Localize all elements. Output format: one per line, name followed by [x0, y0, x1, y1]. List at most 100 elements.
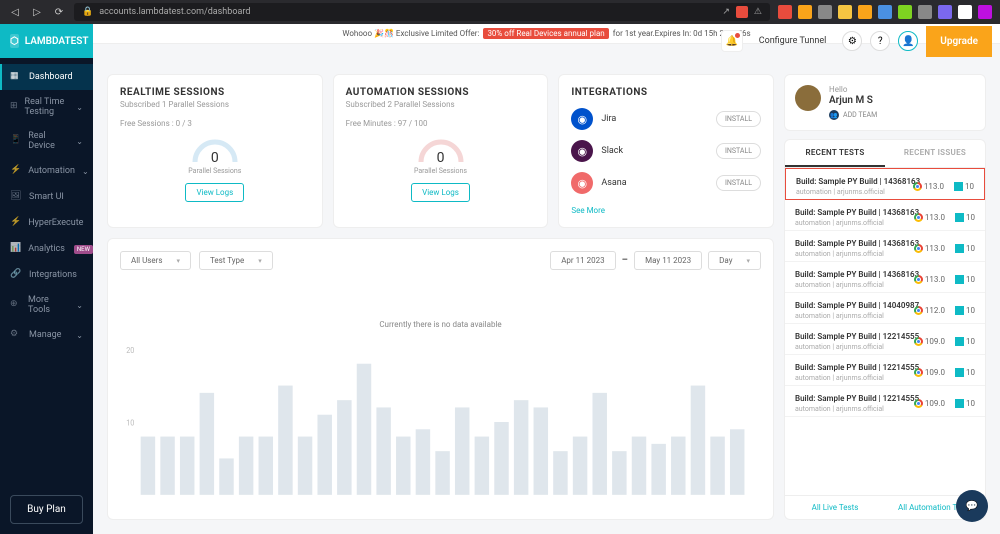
- chrome-icon: [914, 337, 923, 346]
- chat-fab[interactable]: 💬: [956, 490, 988, 522]
- nav-icon: 📱: [10, 135, 21, 147]
- extension-icon[interactable]: [958, 5, 972, 19]
- no-data-message: Currently there is no data available: [120, 320, 761, 329]
- test-item[interactable]: Build: Sample PY Build | 14040987automat…: [785, 293, 985, 324]
- sidebar-item-manage[interactable]: ⚙Manage⌄: [0, 322, 93, 348]
- extension-icon[interactable]: [818, 5, 832, 19]
- url-bar[interactable]: 🔒 accounts.lambdatest.com/dashboard ↗ ⚠: [74, 3, 770, 21]
- chat-icon: 💬: [966, 501, 978, 512]
- forward-icon[interactable]: ▷: [30, 5, 44, 19]
- extension-icon[interactable]: [798, 5, 812, 19]
- sidebar-item-more-tools[interactable]: ⊕More Tools⌄: [0, 288, 93, 322]
- card-title: AUTOMATION SESSIONS: [346, 87, 536, 98]
- sidebar-item-real-time-testing[interactable]: ⊞Real Time Testing⌄: [0, 90, 93, 124]
- extension-icon[interactable]: [978, 5, 992, 19]
- all-live-tests-link[interactable]: All Live Tests: [785, 496, 885, 519]
- free-sessions: Free Sessions : 0 / 3: [120, 119, 310, 128]
- svg-text:10: 10: [126, 418, 134, 428]
- chevron-down-icon: ⌄: [82, 167, 89, 176]
- user-card: Hello Arjun M S 👥 ADD TEAM: [784, 74, 986, 131]
- windows-version: 10: [955, 368, 975, 377]
- sidebar-item-analytics[interactable]: 📊AnalyticsNEW: [0, 236, 93, 262]
- integration-name: Asana: [601, 178, 708, 188]
- windows-icon: [955, 213, 964, 222]
- sidebar-item-hyperexecute[interactable]: ⚡HyperExecute: [0, 210, 93, 236]
- test-type-filter[interactable]: Test Type▾: [199, 251, 273, 270]
- card-sub: Subscribed 2 Parallel Sessions: [346, 100, 536, 109]
- promo-prefix: Wohooo 🎉🎊 Exclusive Limited Offer:: [342, 29, 479, 38]
- sidebar-item-dashboard[interactable]: ▦Dashboard: [0, 64, 93, 90]
- nav-icon: ⊞: [10, 101, 18, 113]
- test-item[interactable]: Build: Sample PY Build | 12214555automat…: [785, 355, 985, 386]
- free-minutes: Free Minutes : 97 / 100: [346, 119, 536, 128]
- profile-icon[interactable]: 👤: [898, 31, 918, 51]
- see-more-link[interactable]: See More: [571, 206, 761, 215]
- nav-label: Real Time Testing: [25, 97, 70, 117]
- sidebar-item-automation[interactable]: ⚡Automation⌄: [0, 158, 93, 184]
- notification-icon[interactable]: 🔔: [721, 30, 743, 52]
- windows-icon: [955, 337, 964, 346]
- sidebar-item-smart-ui[interactable]: 🖼Smart UI: [0, 184, 93, 210]
- nav-menu: ▦Dashboard ⊞ Real Time Testing ⌄ 📱 Real Devic…: [0, 58, 93, 485]
- integration-name: Jira: [601, 114, 708, 124]
- test-item[interactable]: Build: Sample PY Build | 14368163automat…: [785, 168, 985, 200]
- nav-label: Real Device: [28, 131, 69, 151]
- extension-icon[interactable]: [878, 5, 892, 19]
- promo-badge: 30% off Real Devices annual plan: [483, 28, 608, 39]
- extension-icon[interactable]: [838, 5, 852, 19]
- view-logs-button[interactable]: View Logs: [411, 183, 470, 202]
- automation-sessions-card: AUTOMATION SESSIONS Subscribed 2 Paralle…: [333, 74, 549, 228]
- view-logs-button[interactable]: View Logs: [185, 183, 244, 202]
- chrome-icon: [914, 306, 923, 315]
- windows-icon: [955, 306, 964, 315]
- buy-plan-button[interactable]: Buy Plan: [10, 495, 83, 524]
- integration-name: Slack: [601, 146, 708, 156]
- extension-icon[interactable]: [778, 5, 792, 19]
- nav-icon: 📊: [10, 243, 21, 255]
- chrome-version: 113.0: [913, 182, 944, 191]
- nav-icon: ⚡: [10, 165, 21, 177]
- configure-tunnel-button[interactable]: Configure Tunnel: [751, 31, 835, 51]
- test-item[interactable]: Build: Sample PY Build | 14368163automat…: [785, 200, 985, 231]
- sidebar-item-real-device[interactable]: 📱Real Device⌄: [0, 124, 93, 158]
- tab-recent-issues[interactable]: RECENT ISSUES: [885, 140, 985, 167]
- brand-text: LAMBDATEST: [25, 36, 89, 47]
- install-button[interactable]: INSTALL: [716, 175, 761, 191]
- extension-icon[interactable]: [858, 5, 872, 19]
- test-item[interactable]: Build: Sample PY Build | 12214555automat…: [785, 324, 985, 355]
- test-item[interactable]: Build: Sample PY Build | 14368163automat…: [785, 262, 985, 293]
- logo[interactable]: ⬡ LAMBDATEST: [0, 24, 93, 58]
- date-to-filter[interactable]: May 11 2023: [634, 251, 702, 270]
- add-team-icon: 👥: [829, 110, 839, 120]
- shield-icon[interactable]: [736, 6, 748, 18]
- test-item[interactable]: Build: Sample PY Build | 14368163automat…: [785, 231, 985, 262]
- sidebar-item-integrations[interactable]: 🔗Integrations: [0, 262, 93, 288]
- card-sub: Subscribed 1 Parallel Sessions: [120, 100, 310, 109]
- windows-icon: [955, 368, 964, 377]
- install-button[interactable]: INSTALL: [716, 143, 761, 159]
- date-from-filter[interactable]: Apr 11 2023: [550, 251, 615, 270]
- settings-icon[interactable]: ⚙: [842, 31, 862, 51]
- install-button[interactable]: INSTALL: [716, 111, 761, 127]
- share-icon[interactable]: ↗: [722, 7, 730, 17]
- add-team-button[interactable]: 👥 ADD TEAM: [829, 110, 877, 120]
- unit-filter[interactable]: Day▾: [708, 251, 761, 270]
- windows-version: 10: [955, 306, 975, 315]
- chrome-icon: [914, 368, 923, 377]
- windows-version: 10: [954, 182, 974, 191]
- users-filter[interactable]: All Users▾: [120, 251, 191, 270]
- upgrade-button[interactable]: Upgrade: [926, 26, 992, 57]
- tab-recent-tests[interactable]: RECENT TESTS: [785, 140, 885, 167]
- automation-gauge: [416, 134, 466, 164]
- avatar[interactable]: [795, 85, 821, 111]
- extension-icon[interactable]: [898, 5, 912, 19]
- nav-label: Analytics: [28, 244, 65, 254]
- test-item[interactable]: Build: Sample PY Build | 12214555automat…: [785, 386, 985, 417]
- reload-icon[interactable]: ⟳: [52, 5, 66, 19]
- help-icon[interactable]: ?: [870, 31, 890, 51]
- warning-icon: ⚠: [754, 7, 762, 17]
- extension-icon[interactable]: [938, 5, 952, 19]
- card-title: REALTIME SESSIONS: [120, 87, 310, 98]
- extension-icon[interactable]: [918, 5, 932, 19]
- back-icon[interactable]: ◁: [8, 5, 22, 19]
